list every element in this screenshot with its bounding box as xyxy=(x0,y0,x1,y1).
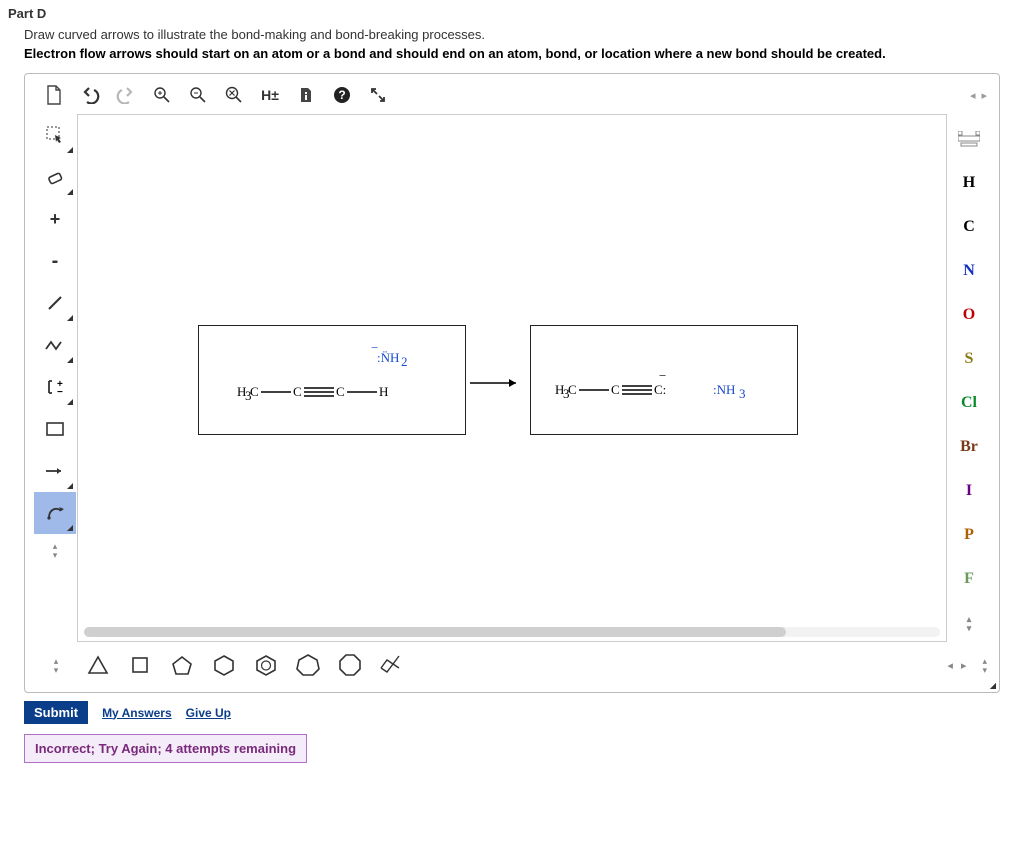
instruction-text-1: Draw curved arrows to illustrate the bon… xyxy=(24,27,1016,42)
terminal-h: H xyxy=(379,384,388,399)
rectangle-tool[interactable] xyxy=(34,408,76,450)
drawing-editor: H± ? ◂ ▸ + - xyxy=(24,73,1000,693)
reaction-arrow xyxy=(468,373,528,393)
periodic-table-button[interactable] xyxy=(950,120,988,158)
element-p-button[interactable]: P xyxy=(950,516,988,554)
chevron-right-icon[interactable]: ▸ xyxy=(961,659,967,672)
hexagon-ring-button[interactable] xyxy=(205,648,243,682)
new-document-button[interactable] xyxy=(37,80,71,110)
element-br-button[interactable]: Br xyxy=(950,428,988,466)
right-toolbar-pager[interactable]: ▴▾ xyxy=(950,604,988,642)
help-button[interactable]: ? xyxy=(325,80,359,110)
ammonia-label: :NH xyxy=(713,382,735,397)
svg-text:3: 3 xyxy=(739,386,746,401)
scrollbar-thumb[interactable] xyxy=(84,627,786,637)
bottom-shape-toolbar: ▴▾ ◂ ▸ ▴▾ xyxy=(33,642,991,682)
square-ring-button[interactable] xyxy=(121,648,159,682)
cyclohexane-chair-button[interactable] xyxy=(373,648,411,682)
eraser-tool[interactable] xyxy=(34,156,76,198)
heptagon-ring-button[interactable] xyxy=(289,648,327,682)
feedback-message: Incorrect; Try Again; 4 attempts remaini… xyxy=(24,734,307,763)
bottom-toolbar-spinner[interactable]: ▴▾ xyxy=(37,648,75,682)
svg-text:C:: C: xyxy=(654,382,666,397)
product-box[interactable]: H 3 C C C: − :NH 3 xyxy=(530,325,798,435)
reactant-box[interactable]: :N̈H 2 − H 3 C C C H xyxy=(198,325,466,435)
actions-row: Submit My Answers Give Up xyxy=(24,701,1000,724)
zoom-in-button[interactable] xyxy=(145,80,179,110)
amide-charge: − xyxy=(371,340,378,355)
amide-nh2-label: :N̈H xyxy=(377,350,399,365)
chevron-right-icon[interactable]: ▸ xyxy=(981,89,987,102)
element-i-button[interactable]: I xyxy=(950,472,988,510)
single-bond-tool[interactable] xyxy=(34,282,76,324)
svg-text:C: C xyxy=(611,382,620,397)
element-o-button[interactable]: O xyxy=(950,296,988,334)
add-charge-plus-tool[interactable]: + xyxy=(34,198,76,240)
left-toolbar: + - +− ▴▾ xyxy=(33,114,77,642)
part-label: Part D xyxy=(8,6,1016,21)
triangle-ring-button[interactable] xyxy=(79,648,117,682)
my-answers-link[interactable]: My Answers xyxy=(102,706,172,720)
clear-button[interactable] xyxy=(217,80,251,110)
element-n-button[interactable]: N xyxy=(950,252,988,290)
svg-text:C: C xyxy=(293,384,302,399)
element-s-button[interactable]: S xyxy=(950,340,988,378)
redo-button[interactable] xyxy=(109,80,143,110)
give-up-link[interactable]: Give Up xyxy=(186,706,231,720)
svg-text:C: C xyxy=(568,382,577,397)
svg-text:C: C xyxy=(336,384,345,399)
acetylide-charge: − xyxy=(659,368,666,383)
horizontal-scrollbar[interactable] xyxy=(84,627,940,637)
element-f-button[interactable]: F xyxy=(950,560,988,598)
svg-text:?: ? xyxy=(338,88,345,102)
undo-button[interactable] xyxy=(73,80,107,110)
element-c-button[interactable]: C xyxy=(950,208,988,246)
chain-tool[interactable] xyxy=(34,324,76,366)
chevron-left-icon[interactable]: ◂ xyxy=(947,659,953,672)
bracket-charge-tool[interactable]: +− xyxy=(34,366,76,408)
bottom-toolbar-pager[interactable]: ◂ ▸ ▴▾ xyxy=(947,657,987,674)
element-h-button[interactable]: H xyxy=(950,164,988,202)
top-toolbar-pager[interactable]: ◂ ▸ xyxy=(970,89,987,102)
svg-text:C: C xyxy=(250,384,259,399)
drawing-canvas[interactable]: :N̈H 2 − H 3 C C C H xyxy=(77,114,947,642)
add-charge-minus-tool[interactable]: - xyxy=(34,240,76,282)
top-toolbar: H± ? ◂ ▸ xyxy=(33,80,991,114)
fullscreen-button[interactable] xyxy=(361,80,395,110)
benzene-ring-button[interactable] xyxy=(247,648,285,682)
zoom-out-button[interactable] xyxy=(181,80,215,110)
pentagon-ring-button[interactable] xyxy=(163,648,201,682)
element-cl-button[interactable]: Cl xyxy=(950,384,988,422)
info-button[interactable] xyxy=(289,80,323,110)
marquee-select-tool[interactable] xyxy=(34,114,76,156)
hydrogen-toggle-button[interactable]: H± xyxy=(253,80,287,110)
mechanism-arrow-tool[interactable] xyxy=(34,492,76,534)
right-element-toolbar: H C N O S Cl Br I P F ▴▾ xyxy=(947,114,991,642)
submit-button[interactable]: Submit xyxy=(24,701,88,724)
left-toolbar-pager[interactable]: ▴▾ xyxy=(34,534,76,566)
chevron-left-icon[interactable]: ◂ xyxy=(970,89,976,102)
reaction-arrow-tool[interactable] xyxy=(34,450,76,492)
svg-text:−: − xyxy=(57,387,63,396)
amide-nh2-sub: 2 xyxy=(401,354,408,369)
octagon-ring-button[interactable] xyxy=(331,648,369,682)
instruction-text-2: Electron flow arrows should start on an … xyxy=(24,46,1016,61)
